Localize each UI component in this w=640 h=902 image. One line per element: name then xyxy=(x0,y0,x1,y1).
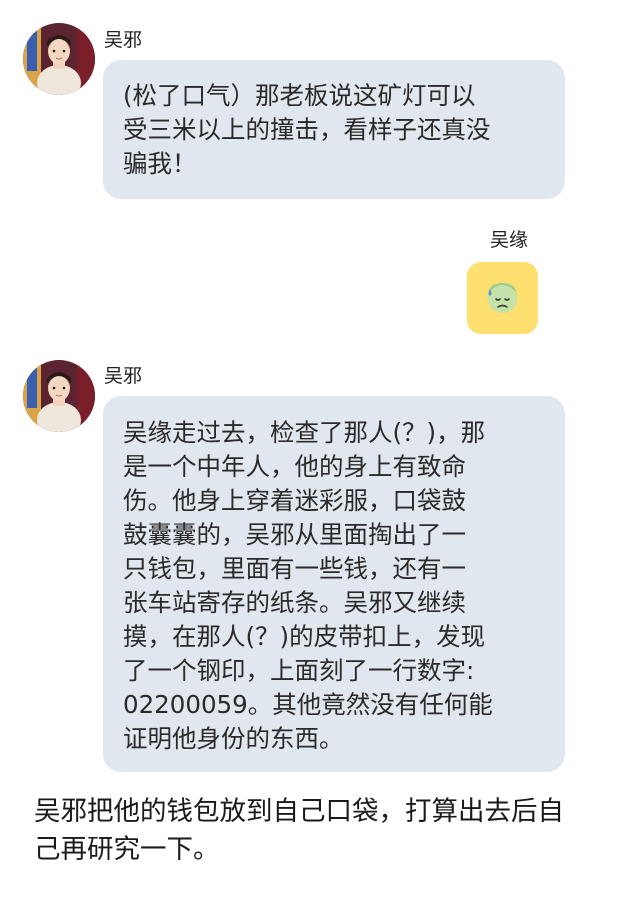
sender-name: 吴邪 xyxy=(104,29,143,51)
message-line: 02200059。其他竟然没有任何能 xyxy=(123,690,493,719)
message-bubble[interactable]: (松了口气）那老板说这矿灯可以 受三米以上的撞击，看样子还真没 骗我！ xyxy=(103,60,565,199)
narration-line: 己再研究一下。 xyxy=(34,834,220,865)
sad-sweat-face-icon xyxy=(487,283,518,313)
avatar[interactable] xyxy=(23,360,95,432)
chat-screen: 吴邪 (松了口气）那老板说这矿灯可以 受三米以上的撞击，看样子还真没 骗我！ 吴… xyxy=(0,0,640,902)
sender-name: 吴邪 xyxy=(104,365,143,387)
message-line: 伤。他身上穿着迷彩服，口袋鼓 xyxy=(123,486,466,515)
message-line: 了一个钢印，上面刻了一行数字: xyxy=(123,656,475,685)
message-line: 鼓囊囊的，吴邪从里面掏出了一 xyxy=(123,520,466,549)
narration-line: 吴邪把他的钱包放到自己口袋，打算出去后自 xyxy=(34,796,564,827)
message-line: 是一个中年人，他的身上有致命 xyxy=(123,452,466,481)
message-line: 只钱包，里面有一些钱，还有一 xyxy=(123,554,466,583)
message-line: 张车站寄存的纸条。吴邪又继续 xyxy=(123,588,466,617)
message-bubble[interactable]: 吴缘走过去，检查了那人(？)，那 是一个中年人，他的身上有致命 伤。他身上穿着迷… xyxy=(103,396,565,772)
avatar-image xyxy=(23,23,95,95)
message-line: 证明他身份的东西。 xyxy=(123,724,344,753)
narration-text: 吴邪把他的钱包放到自己口袋，打算出去后自 己再研究一下。 xyxy=(34,793,614,869)
message-line: 骗我！ xyxy=(123,149,197,178)
avatar-image xyxy=(23,360,95,432)
emoji-bubble[interactable] xyxy=(467,262,538,334)
message-line: 摸，在那人(？)的皮带扣上，发现 xyxy=(123,622,486,651)
message-line: 吴缘走过去，检查了那人(？)，那 xyxy=(123,418,486,447)
message-line: (松了口气）那老板说这矿灯可以 xyxy=(123,81,476,110)
avatar[interactable] xyxy=(23,23,95,95)
message-line: 受三米以上的撞击，看样子还真没 xyxy=(123,115,491,144)
sender-name: 吴缘 xyxy=(490,229,529,251)
